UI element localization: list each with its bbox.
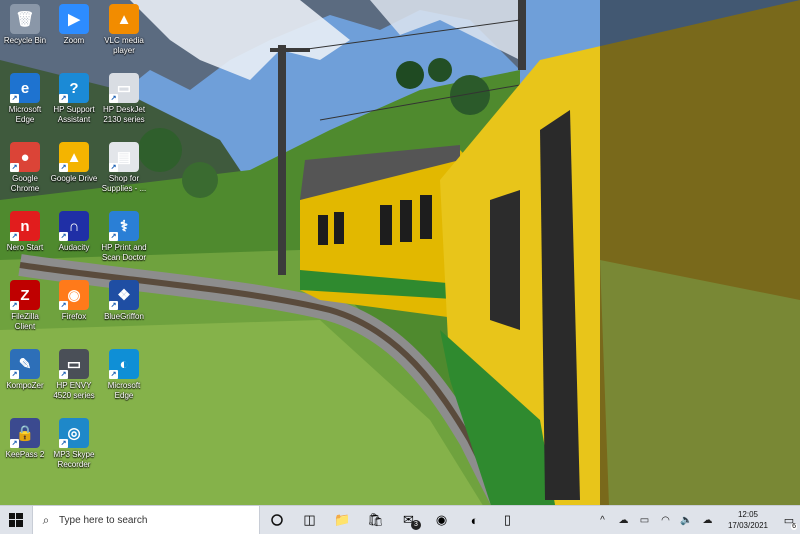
desktop-icon-label: MP3 Skype Recorder (53, 450, 95, 469)
desktop-icon-edge-legacy[interactable]: e Microsoft Edge (0, 73, 50, 125)
desktop-icon-label: Firefox (61, 312, 87, 321)
taskbar-app-mail[interactable]: ✉ 3 (392, 506, 425, 534)
desktop-icon-label: HP DeskJet 2130 series (102, 105, 146, 124)
desktop-icon-label: Microsoft Edge (107, 381, 141, 400)
zoom-icon: ▶ (59, 4, 89, 34)
desktop-icon-firefox[interactable]: ◉ Firefox (49, 280, 99, 322)
desktop-icon-label: HP Print and Scan Doctor (101, 243, 147, 262)
desktop-icon-label: HP ENVY 4520 series (53, 381, 95, 400)
desktop-icon-edge[interactable]: ◐ Microsoft Edge (99, 349, 149, 401)
desktop-icon-label: BlueGriffon (104, 312, 144, 321)
desktop-icon-keepass[interactable]: 🔒 KeePass 2 (0, 418, 50, 460)
desktop-icon-label: Zoom (63, 36, 85, 45)
desktop-icon-filezilla[interactable]: Z FileZilla Client (0, 280, 50, 332)
desktop-icon-recycle-bin[interactable]: 🗑 Recycle Bin (0, 4, 50, 46)
search-icon: ⌕ (42, 512, 50, 527)
desktop-icon-google-drive[interactable]: ▲ Google Drive (49, 142, 99, 184)
firefox-icon: ◉ (59, 280, 89, 310)
desktop-icon-label: Nero Start (6, 243, 44, 252)
desktop-icon-label: Audacity (58, 243, 90, 252)
bluegriffon-icon: ❖ (109, 280, 139, 310)
shop-supplies-icon: ▤ (109, 142, 139, 172)
cloud-upload-icon[interactable]: ☁ (697, 515, 718, 526)
desktop-icon-label: Shop for Supplies - ... (101, 174, 147, 193)
file-explorer-icon: 📁 (334, 512, 351, 527)
taskbar-app-edge[interactable]: ◐ (458, 506, 491, 534)
desktop-icon-hp-support[interactable]: ? HP Support Assistant (49, 73, 99, 125)
start-button[interactable] (0, 506, 32, 534)
edge-icon: ◐ (109, 349, 139, 379)
volume-icon[interactable]: 🔈 (676, 515, 697, 526)
desktop-icon-label: KeePass 2 (5, 450, 45, 459)
taskbar-search-box[interactable]: ⌕ Type here to search (32, 506, 260, 534)
taskbar-pinned-apps: ◫ 📁 🛍 ✉ 3 ◉ ◐ ▯ (293, 506, 524, 534)
taskbar-app-chrome[interactable]: ◉ (425, 506, 458, 534)
chrome-icon: ◉ (435, 512, 448, 527)
desktop-icon-shop-supplies[interactable]: ▤ Shop for Supplies - ... (99, 142, 149, 194)
desktop-icon-label: Recycle Bin (3, 36, 47, 45)
audacity-icon: ∩ (59, 211, 89, 241)
battery-icon[interactable]: ▭ (634, 515, 655, 526)
printer-icon: ▭ (59, 349, 89, 379)
clock-time: 12:05 (737, 510, 759, 519)
desktop-icon-label: Google Drive (50, 174, 98, 183)
recycle-bin-icon: 🗑 (10, 4, 40, 34)
nero-icon: n (10, 211, 40, 241)
desktop-icon-vlc[interactable]: ▲ VLC media player (99, 4, 149, 56)
taskbar-app-file-explorer[interactable]: 📁 (326, 506, 359, 534)
taskbar-app-store[interactable]: 🛍 (359, 506, 392, 534)
desktop-icon-nero[interactable]: n Nero Start (0, 211, 50, 253)
desktop-icon-audacity[interactable]: ∩ Audacity (49, 211, 99, 253)
desktop-icon-bluegriffon[interactable]: ❖ BlueGriffon (99, 280, 149, 322)
taskbar-clock[interactable]: 12:05 17/03/2021 (718, 509, 778, 531)
desktop-icon-hp-print-scan[interactable]: ⚕ HP Print and Scan Doctor (99, 211, 149, 263)
desktop-icon-label: Google Chrome (10, 174, 40, 193)
mp3-skype-recorder-icon: ◎ (59, 418, 89, 448)
mail-unread-badge: 3 (411, 520, 421, 530)
cortana-icon (270, 514, 283, 526)
taskbar: ⌕ Type here to search ◫ 📁 🛍 ✉ 3 ◉ ◐ ▯ ^ ☁ ▭ ◠ 🔈 ☁ 12… (0, 505, 800, 534)
hp-print-scan-icon: ⚕ (109, 211, 139, 241)
keepass-icon: 🔒 (10, 418, 40, 448)
hp-support-icon: ? (59, 73, 89, 103)
desktop-icon-zoom[interactable]: ▶ Zoom (49, 4, 99, 46)
phone-icon: ▯ (503, 512, 512, 527)
filezilla-icon: Z (10, 280, 40, 310)
system-tray: ^ ☁ ▭ ◠ 🔈 ☁ 12:05 17/03/2021 ▭ 6 (592, 506, 800, 534)
desktop-icon-label: Microsoft Edge (8, 105, 42, 124)
kompozer-icon: ✎ (10, 349, 40, 379)
vlc-icon: ▲ (109, 4, 139, 34)
taskbar-app-task-view[interactable]: ◫ (293, 506, 326, 534)
desktop-icon-hp-deskjet[interactable]: ▭ HP DeskJet 2130 series (99, 73, 149, 125)
chevron-up-icon[interactable]: ^ (592, 515, 613, 526)
wifi-icon[interactable]: ◠ (655, 515, 676, 526)
edge-legacy-icon: e (10, 73, 40, 103)
google-drive-icon: ▲ (59, 142, 89, 172)
desktop-icon-hp-envy[interactable]: ▭ HP ENVY 4520 series (49, 349, 99, 401)
clock-date: 17/03/2021 (727, 521, 769, 530)
desktop-icon-label: HP Support Assistant (53, 105, 95, 124)
taskbar-app-phone[interactable]: ▯ (491, 506, 524, 534)
desktop-icon-grid: 🗑 Recycle Bin ▶ Zoom ▲ VLC media player e Micro… (0, 0, 160, 495)
desktop-icon-kompozer[interactable]: ✎ KompoZer (0, 349, 50, 391)
desktop-icon-label: VLC media player (104, 36, 144, 55)
printer-icon: ▭ (109, 73, 139, 103)
tray-icons: ^ ☁ ▭ ◠ 🔈 ☁ (592, 515, 718, 526)
desktop-icon-label: KompoZer (6, 381, 44, 390)
desktop-icon-label: FileZilla Client (11, 312, 39, 331)
search-placeholder: Type here to search (59, 514, 148, 526)
edge-icon: ◐ (470, 512, 479, 528)
windows-logo-icon (9, 513, 23, 527)
desktop-icon-chrome[interactable]: ● Google Chrome (0, 142, 50, 194)
notification-count: 6 (791, 523, 797, 530)
chrome-icon: ● (10, 142, 40, 172)
cortana-button[interactable] (260, 506, 293, 534)
action-center-button[interactable]: ▭ 6 (778, 506, 800, 534)
task-view-icon: ◫ (303, 512, 316, 527)
desktop-icon-mp3-skype[interactable]: ◎ MP3 Skype Recorder (49, 418, 99, 470)
store-icon: 🛍 (367, 512, 384, 527)
onedrive-icon[interactable]: ☁ (613, 515, 634, 526)
